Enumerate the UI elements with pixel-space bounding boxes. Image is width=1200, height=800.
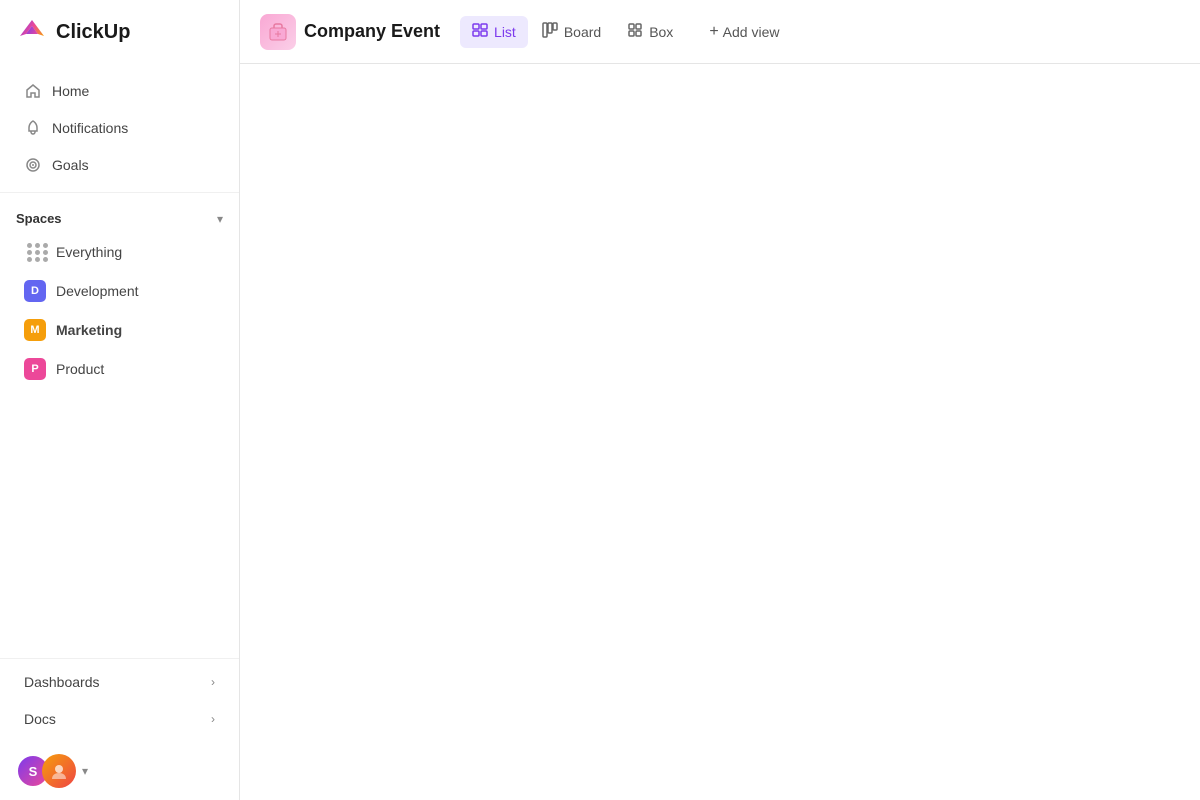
- view-tab-list[interactable]: List: [460, 16, 528, 48]
- docs-chevron-right-icon: ›: [211, 712, 215, 726]
- development-avatar: D: [24, 280, 46, 302]
- plus-icon: +: [709, 23, 718, 41]
- sidebar-item-goals-label: Goals: [52, 157, 89, 173]
- logo[interactable]: ClickUp: [0, 0, 239, 64]
- sidebar-item-everything-label: Everything: [56, 244, 122, 260]
- avatar-photo: [42, 754, 76, 788]
- view-tab-box-label: Box: [649, 24, 673, 40]
- sidebar-item-product-label: Product: [56, 361, 104, 377]
- sidebar-item-product[interactable]: P Product: [8, 350, 231, 388]
- view-tabs: List Board: [460, 16, 685, 48]
- main-content: Company Event List: [240, 0, 1200, 800]
- workspace-content: [240, 64, 1200, 800]
- footer-chevron-down-icon: ▾: [82, 764, 88, 778]
- sidebar-navigation: Home Notifications Goals: [0, 64, 239, 193]
- sidebar-item-notifications[interactable]: Notifications: [8, 110, 231, 146]
- clickup-logo-icon: [16, 16, 48, 48]
- project-icon: [260, 14, 296, 50]
- sidebar-item-notifications-label: Notifications: [52, 120, 128, 136]
- sidebar-item-home-label: Home: [52, 83, 89, 99]
- spaces-header[interactable]: Spaces ▾: [0, 205, 239, 232]
- bottom-section: Dashboards › Docs ›: [0, 658, 239, 742]
- list-icon: [472, 22, 488, 42]
- home-icon: [24, 82, 42, 100]
- marketing-avatar: M: [24, 319, 46, 341]
- sidebar-item-marketing-label: Marketing: [56, 322, 122, 338]
- spaces-section: Spaces ▾ Everything D Development M Mark…: [0, 193, 239, 658]
- sidebar-item-dashboards[interactable]: Dashboards ›: [8, 664, 231, 700]
- spaces-chevron-down-icon: ▾: [217, 212, 223, 226]
- target-icon: [24, 156, 42, 174]
- add-view-label: Add view: [723, 24, 780, 40]
- view-tab-board-label: Board: [564, 24, 601, 40]
- everything-dots-icon: [24, 241, 46, 263]
- view-tab-box[interactable]: Box: [615, 16, 685, 48]
- dashboards-chevron-right-icon: ›: [211, 675, 215, 689]
- spaces-title: Spaces: [16, 211, 62, 226]
- view-tab-list-label: List: [494, 24, 516, 40]
- product-avatar: P: [24, 358, 46, 380]
- board-icon: [542, 22, 558, 42]
- docs-label: Docs: [24, 711, 56, 727]
- sidebar-item-goals[interactable]: Goals: [8, 147, 231, 183]
- sidebar-item-development-label: Development: [56, 283, 139, 299]
- avatar-group: S: [16, 754, 76, 788]
- sidebar-item-everything[interactable]: Everything: [8, 233, 231, 271]
- sidebar-item-home[interactable]: Home: [8, 73, 231, 109]
- logo-text: ClickUp: [56, 21, 130, 44]
- sidebar: ClickUp Home Notifications: [0, 0, 240, 800]
- bell-icon: [24, 119, 42, 137]
- add-view-button[interactable]: + Add view: [697, 17, 791, 47]
- sidebar-item-development[interactable]: D Development: [8, 272, 231, 310]
- view-tab-board[interactable]: Board: [530, 16, 613, 48]
- sidebar-item-docs[interactable]: Docs ›: [8, 701, 231, 737]
- box-icon: [627, 22, 643, 42]
- sidebar-item-marketing[interactable]: M Marketing: [8, 311, 231, 349]
- dashboards-label: Dashboards: [24, 674, 100, 690]
- topbar: Company Event List: [240, 0, 1200, 64]
- sidebar-footer[interactable]: S ▾: [0, 742, 239, 800]
- project-title: Company Event: [304, 21, 440, 42]
